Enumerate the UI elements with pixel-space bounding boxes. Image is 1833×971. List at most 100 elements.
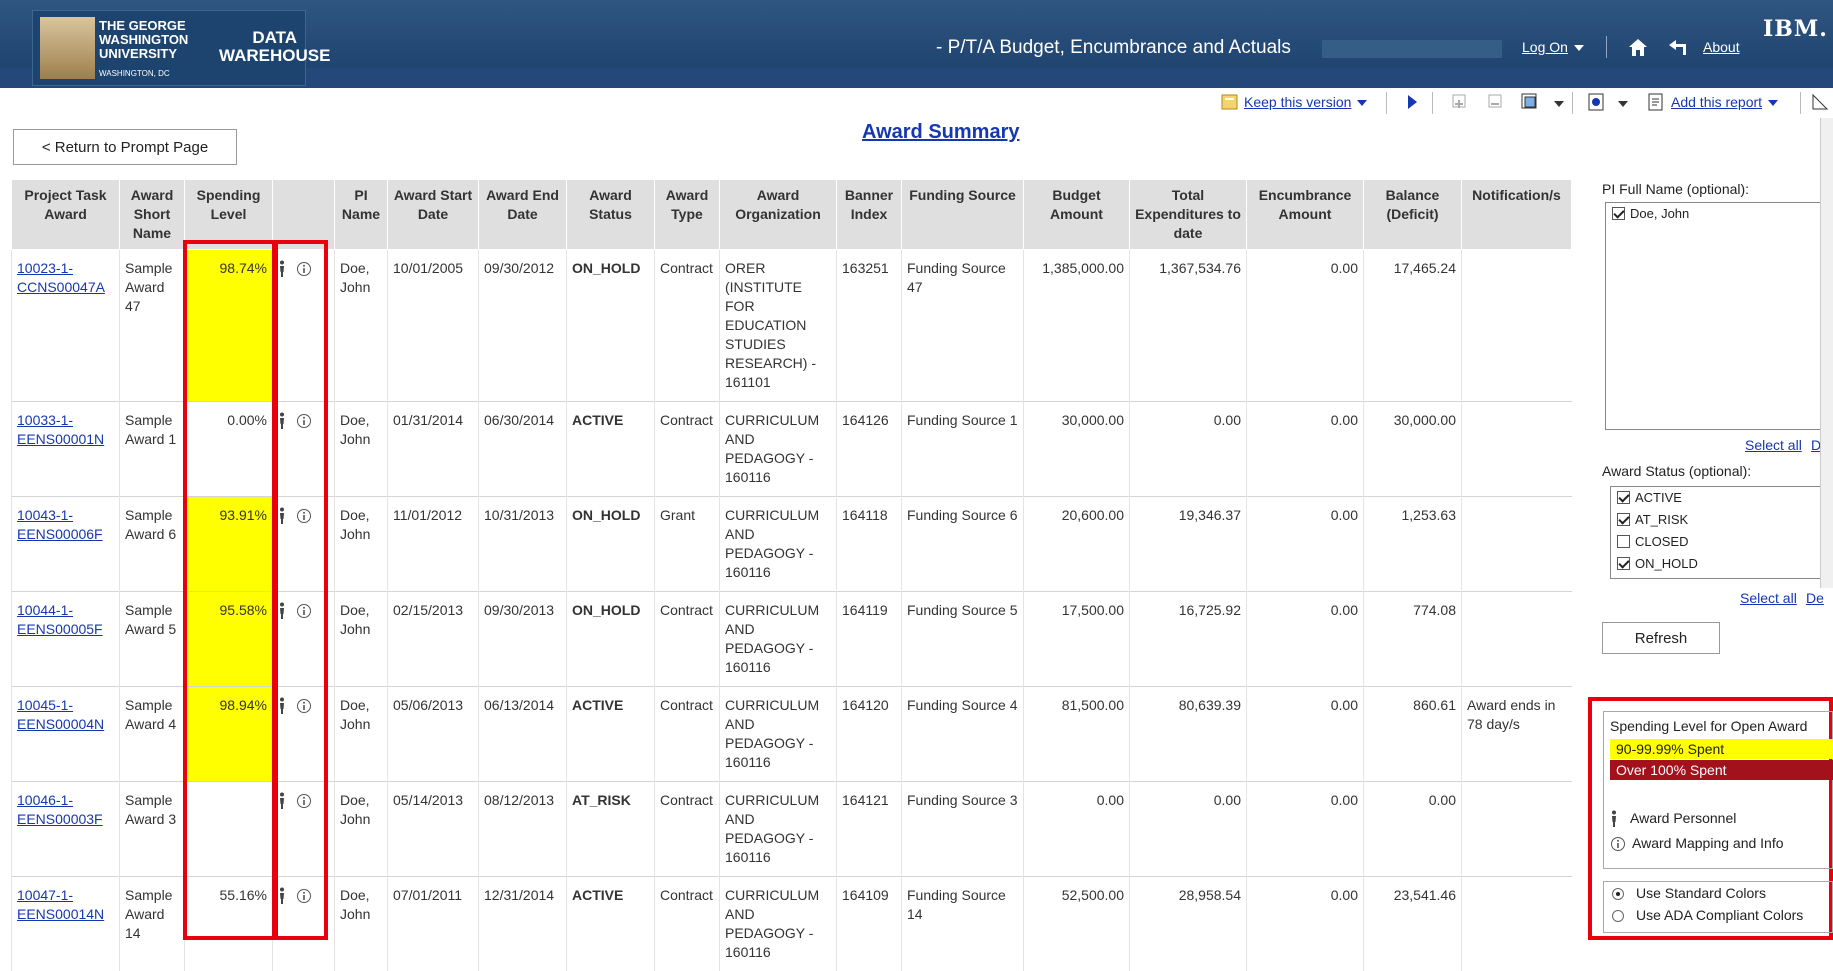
toolbar-separator: [1572, 92, 1573, 114]
pi-option[interactable]: Doe, John: [1606, 203, 1832, 225]
back-arrow-icon[interactable]: [1666, 36, 1690, 58]
legend-mapping-label: Award Mapping and Info: [1632, 835, 1784, 851]
notification-cell: [1462, 402, 1572, 497]
status-option[interactable]: ACTIVE: [1611, 487, 1832, 509]
legend-red-swatch: Over 100% Spent: [1610, 760, 1833, 780]
project-cell: 10047-1-EENS00014N: [12, 877, 120, 971]
status-option[interactable]: CLOSED: [1611, 531, 1832, 553]
chart-icon[interactable]: [1810, 92, 1830, 112]
project-link[interactable]: 10046-1-EENS00003F: [17, 792, 103, 827]
university-name: THE GEORGE WASHINGTON UNIVERSITY: [99, 19, 188, 61]
column-header: Award Organization: [720, 180, 837, 250]
standard-colors-radio[interactable]: [1612, 888, 1624, 900]
checkbox[interactable]: [1617, 535, 1630, 548]
refresh-button[interactable]: Refresh: [1602, 622, 1720, 654]
project-cell: 10045-1-EENS00004N: [12, 687, 120, 782]
notification-cell: [1462, 250, 1572, 402]
banner-index-cell: 163251: [837, 250, 902, 402]
toolbar-separator: [1800, 92, 1801, 114]
status-filter-list[interactable]: ACTIVE AT_RISK CLOSED ON_HOLD: [1610, 486, 1833, 579]
related-links-icon[interactable]: [1520, 92, 1540, 112]
university-line-3: UNIVERSITY: [99, 47, 188, 61]
pi-filter-list[interactable]: Doe, John: [1605, 202, 1833, 430]
ada-colors-radio[interactable]: [1612, 910, 1624, 922]
project-cell: 10044-1-EENS00005F: [12, 592, 120, 687]
checkbox[interactable]: [1612, 207, 1625, 220]
standard-colors-label[interactable]: Use Standard Colors: [1636, 885, 1766, 901]
page-title: Award Summary: [862, 121, 1019, 144]
legend-personnel-label: Award Personnel: [1630, 810, 1736, 826]
legend-yellow-swatch: 90-99.99% Spent: [1610, 739, 1833, 759]
budget-amount-cell: 30,000.00: [1024, 402, 1130, 497]
funding-source-cell: Funding Source 3: [902, 782, 1024, 877]
keep-version-icon[interactable]: [1220, 92, 1240, 112]
vertical-scrollbar[interactable]: [1820, 118, 1833, 588]
checkbox[interactable]: [1617, 557, 1630, 570]
home-icon[interactable]: [1626, 36, 1650, 58]
logon-menu[interactable]: Log On: [1522, 39, 1584, 55]
end-date-cell: 06/13/2014: [479, 687, 567, 782]
project-cell: 10046-1-EENS00003F: [12, 782, 120, 877]
report-title: - P/T/A Budget, Encumbrance and Actuals: [936, 37, 1291, 59]
chevron-down-icon[interactable]: [1554, 101, 1564, 107]
checkbox[interactable]: [1617, 513, 1630, 526]
about-link[interactable]: About: [1703, 39, 1740, 55]
chevron-down-icon[interactable]: [1618, 101, 1628, 107]
ada-colors-label[interactable]: Use ADA Compliant Colors: [1636, 907, 1803, 923]
banner-index-cell: 164109: [837, 877, 902, 971]
return-to-prompt-button[interactable]: < Return to Prompt Page: [13, 129, 237, 165]
short-name-cell: Sample Award 3: [120, 782, 185, 877]
product-line-1: DATA: [219, 29, 330, 47]
report-title-bar: [1322, 40, 1502, 58]
banner-index-cell: 164119: [837, 592, 902, 687]
spending-level-highlight: [183, 240, 276, 940]
checkbox[interactable]: [1617, 491, 1630, 504]
add-report-icon[interactable]: [1646, 92, 1666, 112]
short-name-cell: Sample Award 14: [120, 877, 185, 971]
university-line-2: WASHINGTON: [99, 33, 188, 47]
balance-cell: 17,465.24: [1364, 250, 1462, 402]
add-report-menu[interactable]: Add this report: [1671, 94, 1778, 116]
university-line-1: THE GEORGE: [99, 19, 188, 33]
status-select-all-link[interactable]: Select all: [1740, 590, 1797, 606]
notification-cell: [1462, 877, 1572, 971]
column-header: [273, 180, 335, 250]
university-logo[interactable]: THE GEORGE WASHINGTON UNIVERSITY WASHING…: [32, 10, 306, 86]
project-link[interactable]: 10043-1-EENS00006F: [17, 507, 103, 542]
notification-cell: [1462, 782, 1572, 877]
color-mode-options: Use Standard Colors Use ADA Compliant Co…: [1603, 881, 1833, 933]
column-header: Notification/s: [1462, 180, 1572, 250]
keep-version-menu[interactable]: Keep this version: [1244, 94, 1367, 116]
view-format-icon[interactable]: [1586, 92, 1606, 112]
run-icon[interactable]: [1402, 92, 1422, 112]
pi-select-all-link[interactable]: Select all: [1745, 437, 1802, 453]
award-organization-cell: CURRICULUM AND PEDAGOGY - 160116: [720, 877, 837, 971]
funding-source-cell: Funding Source 47: [902, 250, 1024, 402]
balance-cell: 30,000.00: [1364, 402, 1462, 497]
status-option[interactable]: ON_HOLD: [1611, 553, 1832, 575]
status-deselect-link[interactable]: De: [1806, 590, 1824, 606]
project-cell: 10033-1-EENS00001N: [12, 402, 120, 497]
column-header: Project Task Award: [12, 180, 120, 250]
drill-down-icon[interactable]: [1450, 92, 1470, 112]
encumbrance-cell: 0.00: [1247, 782, 1364, 877]
encumbrance-cell: 0.00: [1247, 592, 1364, 687]
chevron-down-icon: [1357, 100, 1367, 106]
budget-amount-cell: 0.00: [1024, 782, 1130, 877]
project-link[interactable]: 10033-1-EENS00001N: [17, 412, 104, 447]
project-link[interactable]: 10023-1-CCNS00047A: [17, 260, 105, 295]
status-option-label: AT_RISK: [1635, 509, 1688, 531]
add-report-link[interactable]: Add this report: [1671, 94, 1762, 110]
keep-version-link[interactable]: Keep this version: [1244, 94, 1351, 110]
column-header: Encumbrance Amount: [1247, 180, 1364, 250]
status-option[interactable]: AT_RISK: [1611, 509, 1832, 531]
award-status-cell: ACTIVE: [567, 877, 655, 971]
toolbar-separator: [1432, 92, 1433, 114]
project-link[interactable]: 10045-1-EENS00004N: [17, 697, 104, 732]
drill-up-icon[interactable]: [1486, 92, 1506, 112]
project-link[interactable]: 10044-1-EENS00005F: [17, 602, 103, 637]
encumbrance-cell: 0.00: [1247, 250, 1364, 402]
funding-source-cell: Funding Source 14: [902, 877, 1024, 971]
column-header: Award Short Name: [120, 180, 185, 250]
project-link[interactable]: 10047-1-EENS00014N: [17, 887, 104, 922]
